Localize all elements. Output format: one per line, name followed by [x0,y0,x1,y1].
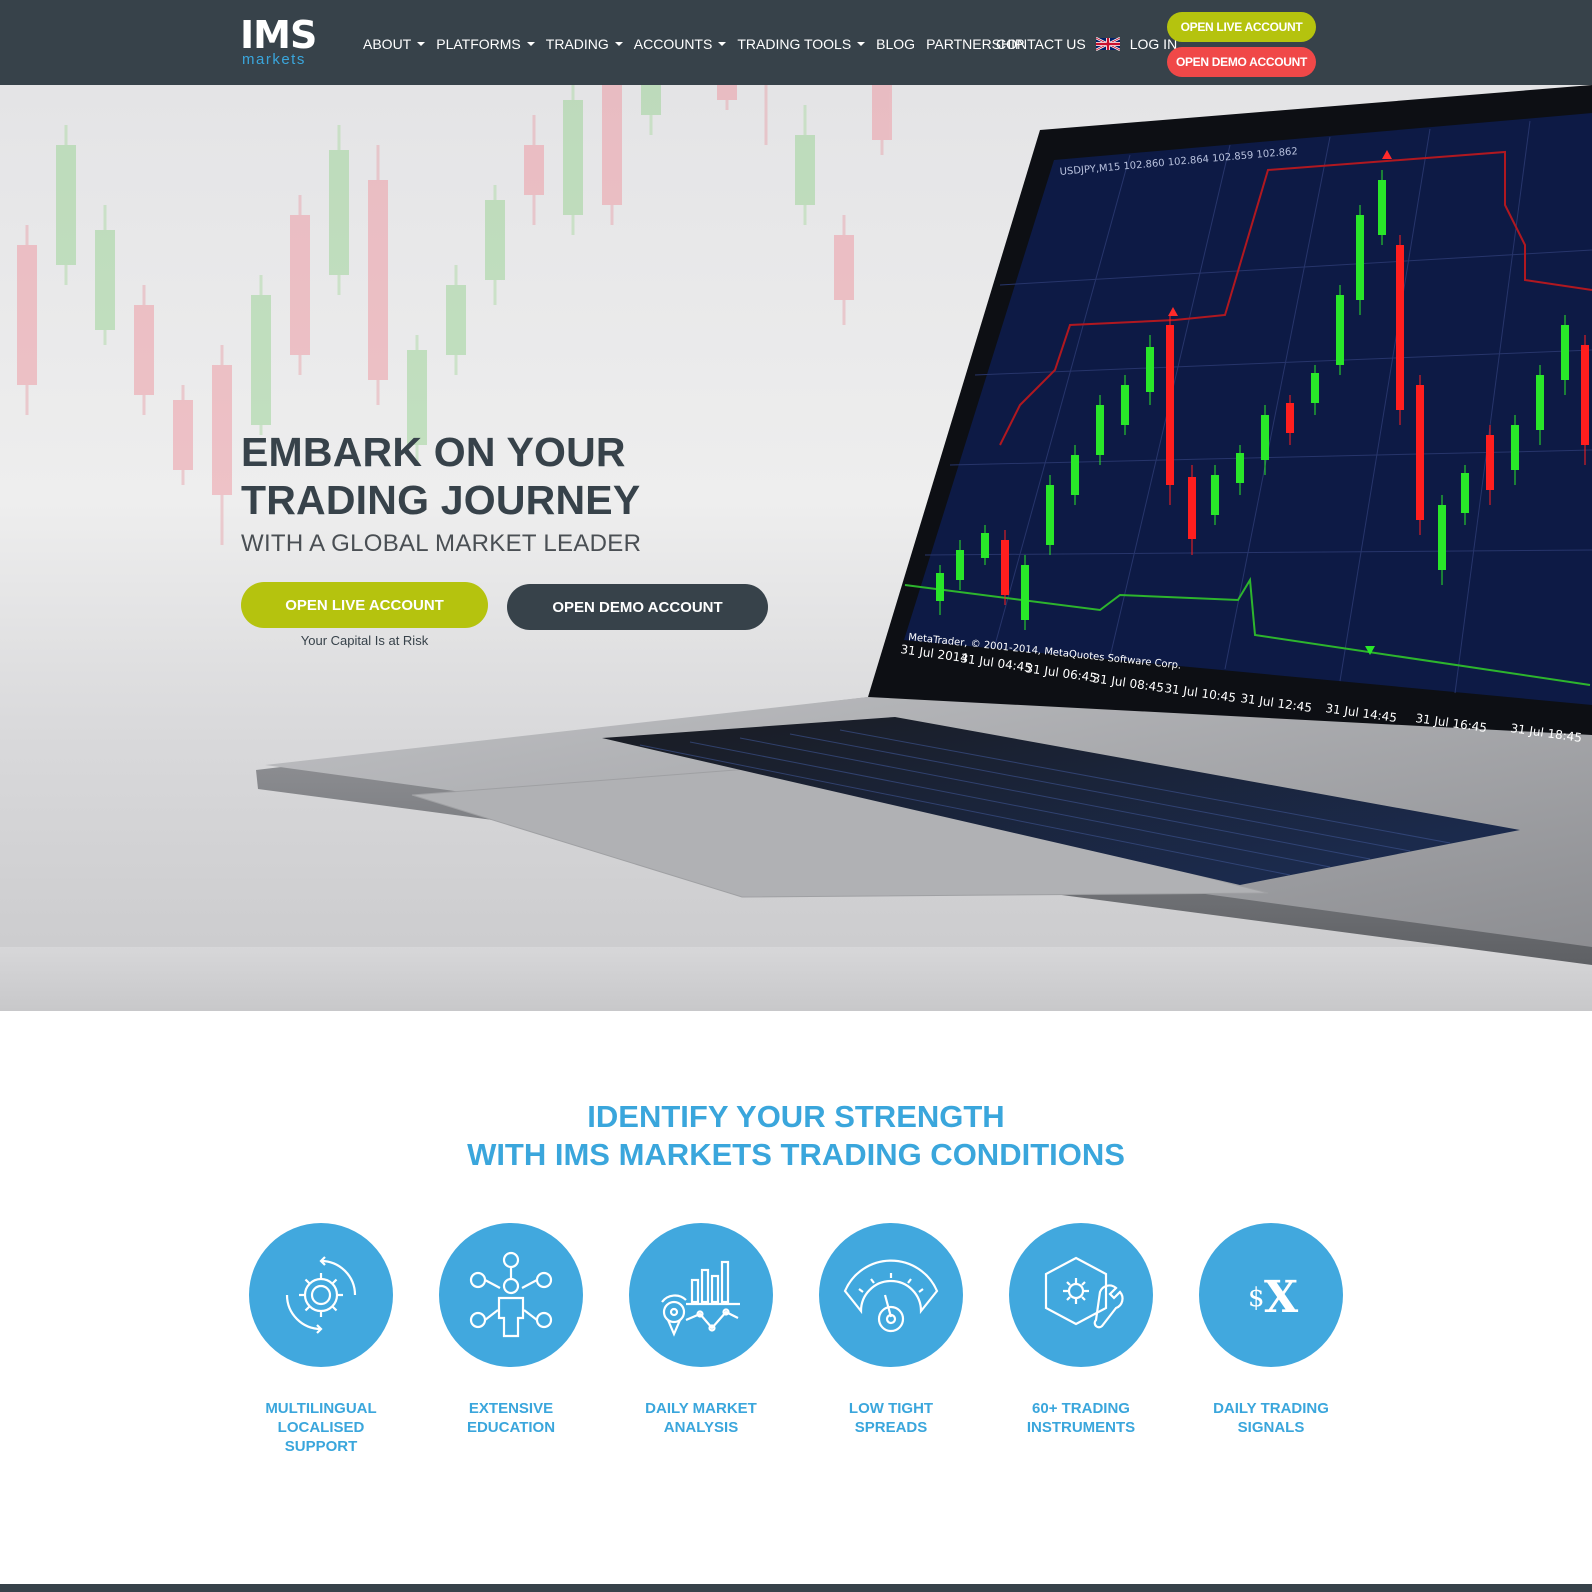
feature-label: DAILY MARKET ANALYSIS [606,1399,796,1437]
network-person-icon [469,1251,553,1338]
top-navbar: IMS markets ABOUT PLATFORMS TRADING ACCO… [0,0,1592,85]
hexagon-tools-icon [1044,1256,1124,1329]
feature-extensive-education: EXTENSIVE EDUCATION [416,1223,606,1437]
caret-down-icon [526,42,535,46]
feature-label-line: 60+ TRADING [1032,1400,1130,1417]
feature-label: 60+ TRADING INSTRUMENTS [986,1399,1176,1437]
nav-open-live-account-button[interactable]: OPEN LIVE ACCOUNT [1167,12,1316,42]
hero-banner: USDJPY,M15 102.860 102.864 102.859 102.8… [0,85,1592,1011]
caret-down-icon [614,42,623,46]
feature-label-line: SPREADS [854,1419,928,1436]
feature-label: LOW TIGHT SPREADS [796,1399,986,1437]
feature-label-line: DAILY MARKET [645,1400,757,1417]
feature-label-line: EDUCATION [466,1419,556,1436]
feature-daily-trading-signals: $ X DAILY TRADING SIGNALS [1176,1223,1366,1437]
hero-open-live-account-button[interactable]: OPEN LIVE ACCOUNT [241,582,488,628]
gauge-icon [843,1259,939,1333]
footer-edge [0,1584,1592,1592]
feature-label-line: EXTENSIVE [468,1400,554,1417]
feature-label-line: SUPPORT [284,1438,358,1455]
feature-label-line: MULTILINGUAL [265,1400,377,1417]
feature-icon-circle [439,1223,583,1367]
nav-item-trading-tools[interactable]: TRADING TOOLS [737,36,866,52]
signal-x-glyph: X [1264,1272,1299,1323]
hero-laptop-illustration: USDJPY,M15 102.860 102.864 102.859 102.8… [17,85,1592,965]
feature-label: MULTILINGUAL LOCALISED SUPPORT [226,1399,416,1456]
market-analysis-icon [661,1260,740,1337]
nav-item-label: BLOG [876,36,916,52]
caret-down-icon [417,42,426,46]
feature-icon-circle [819,1223,963,1367]
nav-item-label: TRADING [545,36,609,52]
hero-open-demo-account-button[interactable]: OPEN DEMO ACCOUNT [507,584,768,630]
feature-label-line: INSTRUMENTS [1026,1419,1136,1436]
trading-chart-screen [904,113,1592,705]
main-menu: ABOUT PLATFORMS TRADING ACCOUNTS TRADING… [363,34,1035,54]
hero-subtitle: WITH A GLOBAL MARKET LEADER [241,530,642,557]
nav-item-about[interactable]: ABOUT [363,36,426,52]
dollar-glyph: $ [1248,1283,1265,1313]
currency-signals-icon: $ X [1248,1272,1299,1323]
feature-icon-circle [1009,1223,1153,1367]
nav-item-label: ABOUT [363,36,412,52]
contact-us-link[interactable]: CONTACT US [996,36,1086,52]
feature-label-line: SIGNALS [1237,1419,1305,1436]
logo-wordmark: IMS [240,13,317,57]
hero-title-line: EMBARK ON YOUR [241,429,626,475]
feature-label: EXTENSIVE EDUCATION [416,1399,606,1437]
nav-open-demo-account-button[interactable]: OPEN DEMO ACCOUNT [1167,47,1316,77]
caret-down-icon [857,42,866,46]
feature-trading-instruments: 60+ TRADING INSTRUMENTS [986,1223,1176,1437]
nav-item-trading[interactable]: TRADING [546,36,623,52]
features-heading-line: IDENTIFY YOUR STRENGTH [587,1099,1005,1134]
nav-item-accounts[interactable]: ACCOUNTS [634,36,727,52]
feature-icon-circle [249,1223,393,1367]
feature-label-line: LOCALISED [277,1419,365,1436]
ims-markets-logo[interactable]: IMS markets [240,16,318,68]
login-link[interactable]: LOG IN [1130,36,1177,52]
nav-item-blog[interactable]: BLOG [876,36,915,52]
feature-low-tight-spreads: LOW TIGHT SPREADS [796,1223,986,1437]
feature-multilingual-support: MULTILINGUAL LOCALISED SUPPORT [226,1223,416,1456]
nav-item-label: TRADING TOOLS [737,36,852,52]
feature-label-line: ANALYSIS [663,1419,739,1436]
hero-title-line: TRADING JOURNEY [241,477,641,523]
features-heading: IDENTIFY YOUR STRENGTH WITH IMS MARKETS … [0,1098,1592,1174]
nav-utility: CONTACT US LOG IN [996,34,1187,54]
risk-warning-note: Your Capital Is at Risk [300,633,429,648]
nav-item-label: ACCOUNTS [633,36,713,52]
feature-icon-circle: $ X [1199,1223,1343,1367]
feature-label-line: LOW TIGHT [848,1400,934,1417]
nav-item-label: PLATFORMS [436,36,521,52]
features-heading-line: WITH IMS MARKETS TRADING CONDITIONS [467,1137,1125,1172]
caret-down-icon [718,42,727,46]
feature-icon-circle [629,1223,773,1367]
hero-title: EMBARK ON YOUR TRADING JOURNEY [241,428,640,524]
logo-subtitle: markets [242,51,306,68]
feature-label-line: DAILY TRADING [1213,1400,1329,1417]
feature-label: DAILY TRADING SIGNALS [1176,1399,1366,1437]
uk-flag-icon[interactable] [1095,37,1120,51]
nav-item-platforms[interactable]: PLATFORMS [436,36,535,52]
feature-daily-market-analysis: DAILY MARKET ANALYSIS [606,1223,796,1437]
gear-cycle-icon [285,1256,357,1334]
